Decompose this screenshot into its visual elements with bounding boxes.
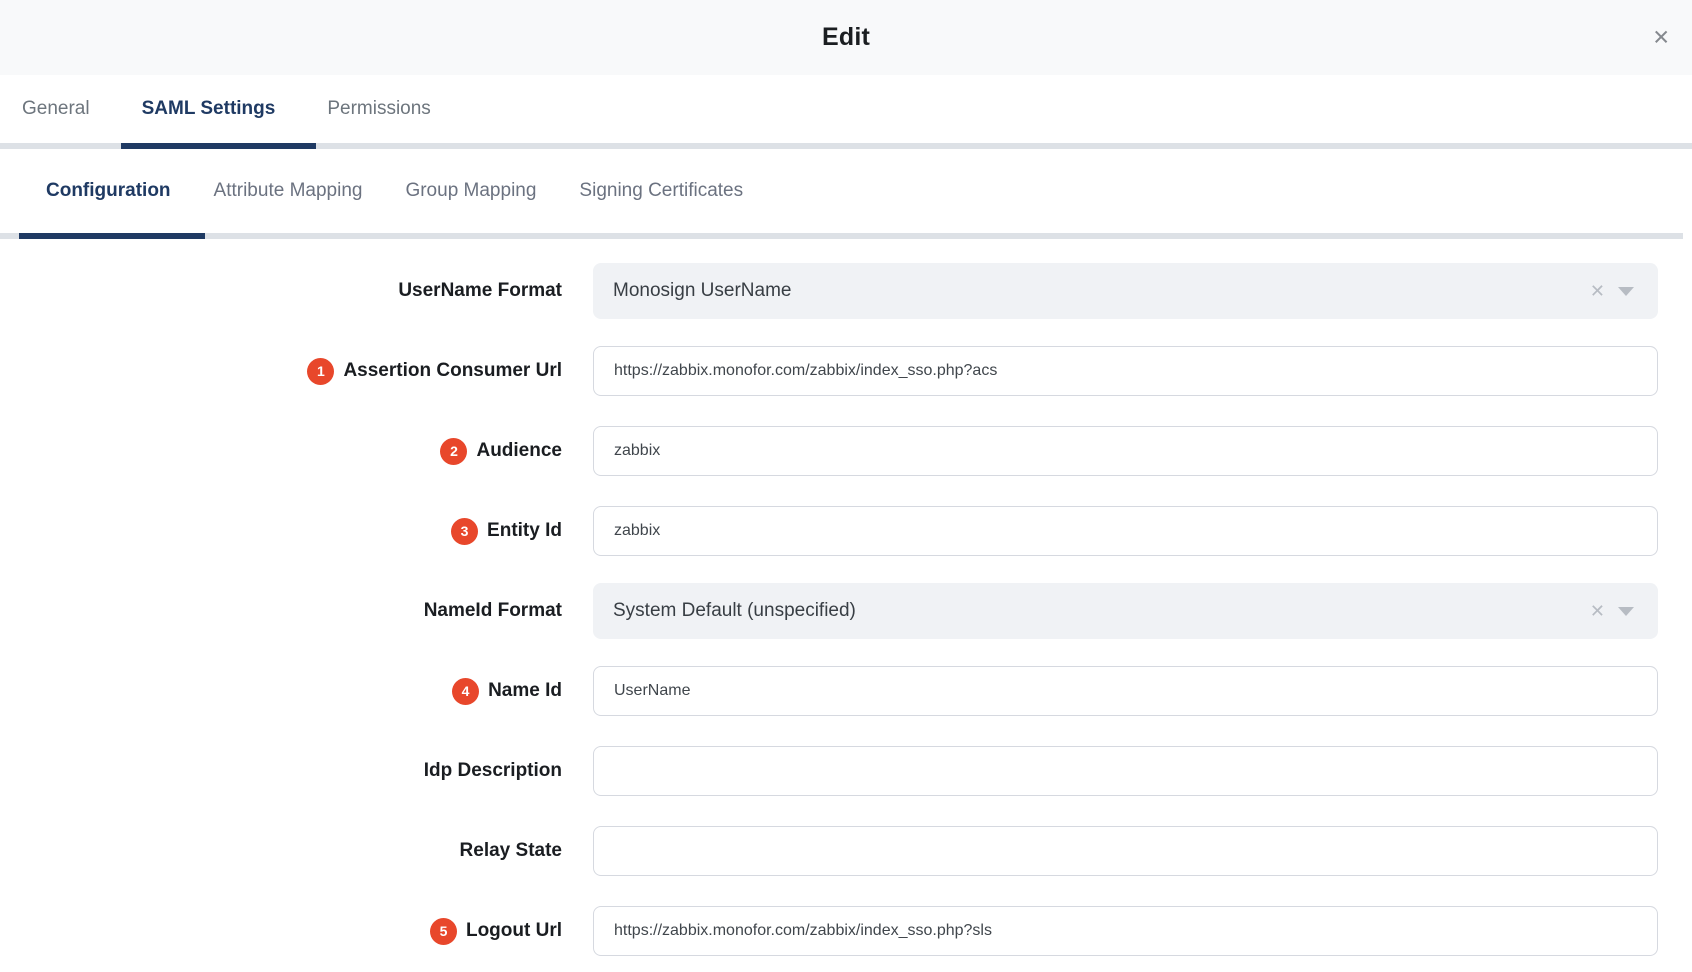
field-label: Entity Id [487,520,562,542]
form-row-idp-description: Idp Description [0,731,1692,811]
modal-header: Edit ✕ [0,0,1692,75]
field-col [593,666,1658,716]
form-row-nameid-format: NameId Format System Default (unspecified… [0,571,1692,651]
username-format-select[interactable]: Monosign UserName✕ [593,263,1658,319]
sub-tabbar: Configuration Attribute Mapping Group Mapp… [0,149,1692,233]
caret-down-icon[interactable] [1618,287,1634,296]
step-badge: 5 [430,918,457,945]
label-col: 3 Entity Id [0,518,562,545]
subtab-configuration[interactable]: Configuration [46,180,171,202]
label-col: Relay State [0,840,562,862]
field-label: Idp Description [424,760,562,782]
caret-down-icon[interactable] [1618,607,1634,616]
active-tab-indicator [121,143,316,149]
entity-id-input[interactable] [593,506,1658,556]
field-label: Logout Url [466,920,562,942]
select-value: System Default (unspecified) [613,600,1590,622]
step-badge: 4 [452,678,479,705]
subtab-group-mapping[interactable]: Group Mapping [405,180,536,202]
field-label: UserName Format [398,280,562,302]
select-icons: ✕ [1590,282,1634,300]
label-col: 4 Name Id [0,678,562,705]
label-col: NameId Format [0,600,562,622]
subtab-attribute-mapping[interactable]: Attribute Mapping [214,180,363,202]
relay-state-input[interactable] [593,826,1658,876]
active-subtab-indicator [19,233,205,239]
clear-icon[interactable]: ✕ [1590,282,1605,300]
main-tab-track [0,143,1692,149]
assertion-consumer-url-input[interactable] [593,346,1658,396]
field-label: Relay State [460,840,562,862]
select-icons: ✕ [1590,602,1634,620]
audience-input[interactable] [593,426,1658,476]
step-badge: 1 [307,358,334,385]
field-label: Audience [476,440,562,462]
form-row-assertion-consumer-url: 1 Assertion Consumer Url [0,331,1692,411]
field-col: System Default (unspecified)✕ [593,583,1658,639]
clear-icon[interactable]: ✕ [1590,602,1605,620]
name-id-input[interactable] [593,666,1658,716]
label-col: 5 Logout Url [0,918,562,945]
tab-permissions[interactable]: Permissions [301,75,456,143]
field-col: Monosign UserName✕ [593,263,1658,319]
logout-url-input[interactable] [593,906,1658,956]
form-row-logout-url: 5 Logout Url [0,891,1692,971]
nameid-format-select[interactable]: System Default (unspecified)✕ [593,583,1658,639]
field-col [593,426,1658,476]
form-row-username-format: UserName Format Monosign UserName✕ [0,251,1692,331]
field-label: NameId Format [424,600,562,622]
subtab-signing-certificates[interactable]: Signing Certificates [579,180,743,202]
field-col [593,906,1658,956]
modal-title: Edit [822,23,870,52]
form-row-relay-state: Relay State [0,811,1692,891]
field-col [593,346,1658,396]
form-row-entity-id: 3 Entity Id [0,491,1692,571]
label-col: Idp Description [0,760,562,782]
idp-description-input[interactable] [593,746,1658,796]
form-row-name-id: 4 Name Id [0,651,1692,731]
step-badge: 3 [451,518,478,545]
label-col: UserName Format [0,280,562,302]
field-col [593,506,1658,556]
field-col [593,746,1658,796]
form-row-audience: 2 Audience [0,411,1692,491]
sub-tab-track [0,233,1683,239]
main-tabbar: GeneralSAML SettingsPermissions [0,75,1692,143]
saml-configuration-form: UserName FormatMonosign UserName✕1Assert… [0,239,1692,971]
step-badge: 2 [440,438,467,465]
close-icon[interactable]: ✕ [1648,23,1674,52]
tab-general[interactable]: General [22,75,116,143]
label-col: 2 Audience [0,438,562,465]
select-value: Monosign UserName [613,280,1590,302]
label-col: 1 Assertion Consumer Url [0,358,562,385]
field-label: Name Id [488,680,562,702]
tab-saml-settings[interactable]: SAML Settings [116,75,302,143]
field-label: Assertion Consumer Url [343,360,562,382]
field-col [593,826,1658,876]
